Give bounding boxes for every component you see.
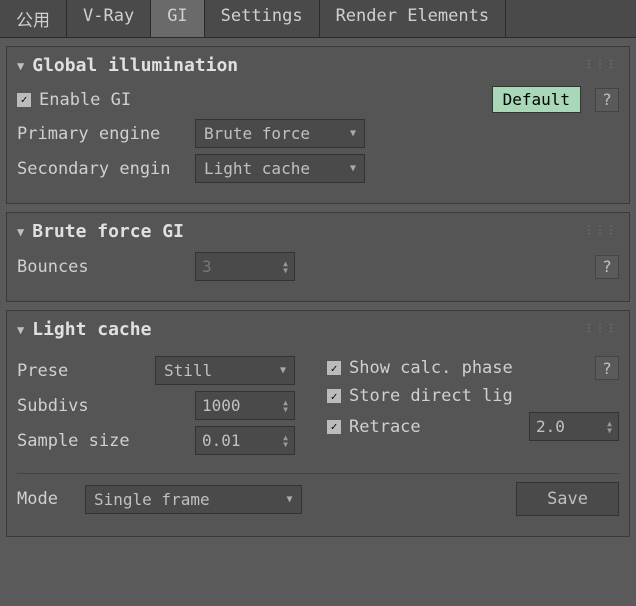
help-button[interactable]: ?: [595, 356, 619, 380]
retrace-checkbox[interactable]: ✓: [327, 420, 341, 434]
store-direct-label: Store direct lig: [349, 386, 513, 406]
spinner-arrows-icon[interactable]: ▲▼: [607, 420, 612, 434]
panel-title: Light cache: [32, 319, 151, 340]
tab-bar: 公用 V-Ray GI Settings Render Elements: [0, 0, 636, 38]
chevron-down-icon: ▼: [350, 128, 356, 139]
divider: [17, 473, 619, 474]
sample-size-value: 0.01: [202, 431, 241, 450]
panel-header: ▼ Light cache ⋮⋮⋮: [17, 319, 619, 340]
retrace-spinner[interactable]: 2.0 ▲▼: [529, 412, 619, 441]
default-button[interactable]: Default: [492, 86, 581, 113]
store-direct-checkbox[interactable]: ✓: [327, 389, 341, 403]
spinner-arrows-icon[interactable]: ▲▼: [283, 260, 288, 274]
collapse-icon[interactable]: ▼: [17, 225, 24, 239]
help-button[interactable]: ?: [595, 255, 619, 279]
panel-title: Brute force GI: [32, 221, 184, 242]
sample-size-spinner[interactable]: 0.01 ▲▼: [195, 426, 295, 455]
secondary-engine-dropdown[interactable]: Light cache ▼: [195, 154, 365, 183]
collapse-icon[interactable]: ▼: [17, 323, 24, 337]
show-calc-label: Show calc. phase: [349, 358, 513, 378]
primary-engine-value: Brute force: [204, 124, 310, 143]
subdivs-label: Subdivs: [17, 396, 187, 416]
spinner-arrows-icon[interactable]: ▲▼: [283, 399, 288, 413]
bounces-spinner[interactable]: 3 ▲▼: [195, 252, 295, 281]
retrace-value: 2.0: [536, 417, 565, 436]
panel-header: ▼ Brute force GI ⋮⋮⋮: [17, 221, 619, 242]
tab-settings[interactable]: Settings: [205, 0, 320, 37]
mode-dropdown[interactable]: Single frame ▼: [85, 485, 302, 514]
spinner-arrows-icon[interactable]: ▲▼: [283, 434, 288, 448]
tab-vray[interactable]: V-Ray: [67, 0, 151, 37]
tab-gi[interactable]: GI: [151, 0, 204, 37]
subdivs-value: 1000: [202, 396, 241, 415]
drag-handle-icon[interactable]: ⋮⋮⋮: [584, 225, 617, 236]
help-button[interactable]: ?: [595, 88, 619, 112]
tab-render-elements[interactable]: Render Elements: [320, 0, 507, 37]
show-calc-checkbox[interactable]: ✓: [327, 361, 341, 375]
chevron-down-icon: ▼: [280, 365, 286, 376]
mode-label: Mode: [17, 489, 77, 509]
enable-gi-label: Enable GI: [39, 90, 131, 110]
primary-engine-dropdown[interactable]: Brute force ▼: [195, 119, 365, 148]
preset-value: Still: [164, 361, 212, 380]
chevron-down-icon: ▼: [350, 163, 356, 174]
primary-engine-label: Primary engine: [17, 124, 187, 144]
save-button[interactable]: Save: [516, 482, 619, 516]
sample-size-label: Sample size: [17, 431, 187, 451]
enable-gi-checkbox[interactable]: ✓: [17, 93, 31, 107]
panel-header: ▼ Global illumination ⋮⋮⋮: [17, 55, 619, 76]
preset-label: Prese: [17, 361, 147, 381]
panel-title: Global illumination: [32, 55, 238, 76]
collapse-icon[interactable]: ▼: [17, 59, 24, 73]
panel-light-cache: ▼ Light cache ⋮⋮⋮ Prese Still ▼ Subdivs …: [6, 310, 630, 537]
preset-dropdown[interactable]: Still ▼: [155, 356, 295, 385]
panel-brute-force: ▼ Brute force GI ⋮⋮⋮ Bounces 3 ▲▼ ?: [6, 212, 630, 302]
mode-value: Single frame: [94, 490, 210, 509]
chevron-down-icon: ▼: [287, 494, 293, 505]
secondary-engine-value: Light cache: [204, 159, 310, 178]
panel-global-illumination: ▼ Global illumination ⋮⋮⋮ ✓ Enable GI De…: [6, 46, 630, 204]
subdivs-spinner[interactable]: 1000 ▲▼: [195, 391, 295, 420]
secondary-engine-label: Secondary engin: [17, 159, 187, 179]
retrace-label: Retrace: [349, 417, 421, 437]
tab-common[interactable]: 公用: [0, 0, 67, 37]
bounces-value: 3: [202, 257, 212, 276]
bounces-label: Bounces: [17, 257, 187, 277]
drag-handle-icon[interactable]: ⋮⋮⋮: [584, 323, 617, 334]
drag-handle-icon[interactable]: ⋮⋮⋮: [584, 59, 617, 70]
